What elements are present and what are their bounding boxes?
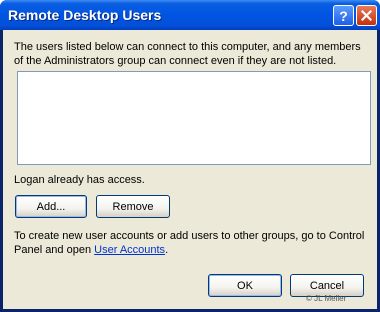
- remove-button[interactable]: Remove: [96, 195, 170, 218]
- copyright-watermark: © JL Meller: [306, 294, 347, 303]
- status-text: Logan already has access.: [14, 174, 145, 186]
- dialog-body: The users listed below can connect to th…: [3, 30, 377, 309]
- users-listbox[interactable]: [17, 71, 371, 165]
- dialog-window: Remote Desktop Users ? The users listed …: [0, 0, 380, 312]
- title-bar[interactable]: Remote Desktop Users ?: [0, 0, 380, 30]
- help-icon: ?: [339, 7, 348, 24]
- info-text: To create new user accounts or add users…: [14, 229, 374, 257]
- info-line-2-suffix: .: [165, 244, 169, 256]
- info-line-2: Panel and open User Accounts.: [14, 243, 374, 257]
- intro-text: The users listed below can connect to th…: [14, 41, 361, 67]
- info-line-1: To create new user accounts or add users…: [14, 230, 365, 242]
- info-line-2-prefix: Panel and open: [14, 244, 95, 256]
- user-accounts-link[interactable]: User Accounts: [94, 244, 165, 256]
- ok-button[interactable]: OK: [208, 274, 282, 297]
- close-button[interactable]: [356, 5, 377, 26]
- add-button[interactable]: Add...: [15, 195, 87, 218]
- help-button[interactable]: ?: [333, 5, 354, 26]
- close-icon: [361, 10, 372, 21]
- window-title: Remote Desktop Users: [8, 7, 162, 23]
